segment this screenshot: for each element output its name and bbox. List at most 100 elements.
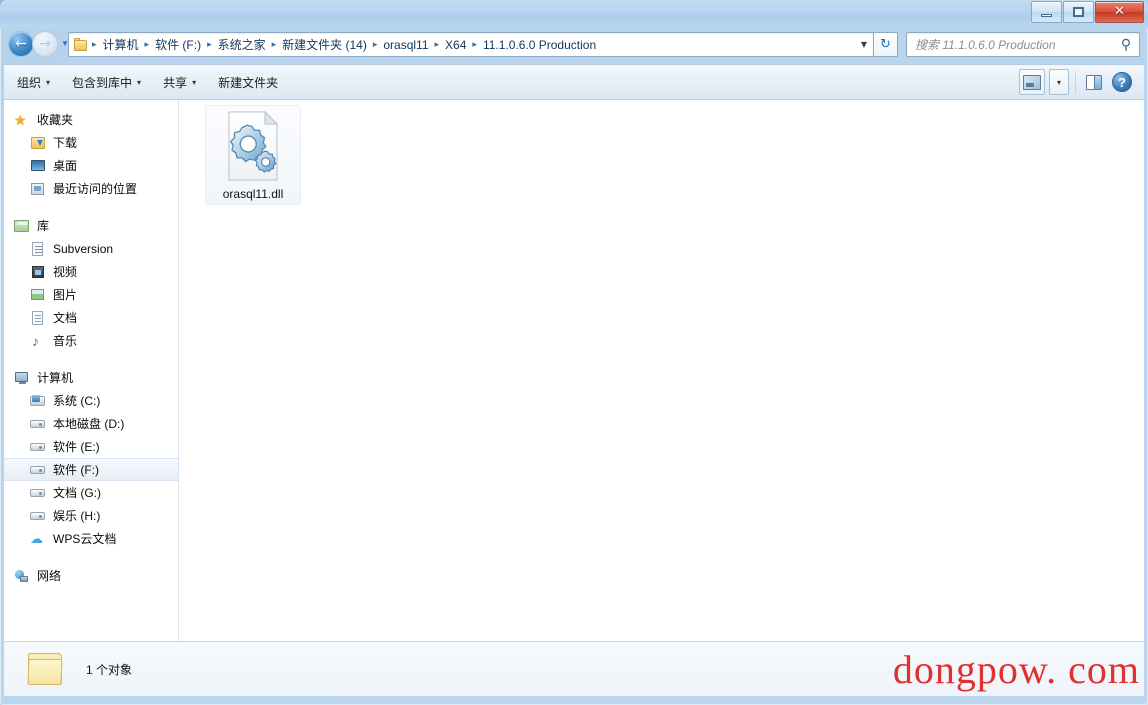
breadcrumb-separator: ▸ bbox=[207, 39, 212, 50]
sidebar-item-subversion[interactable]: Subversion bbox=[4, 237, 178, 260]
folder-icon bbox=[73, 37, 89, 52]
include-in-library-button[interactable]: 包含到库中 ▾ bbox=[63, 70, 150, 95]
sidebar-label: 软件 (F:) bbox=[53, 462, 99, 477]
breadcrumb-item-2[interactable]: 系统之家 bbox=[214, 34, 270, 55]
share-label: 共享 bbox=[163, 75, 188, 90]
breadcrumb-separator: ▸ bbox=[472, 39, 477, 50]
sidebar-label: 文档 (G:) bbox=[53, 485, 101, 500]
breadcrumb-item-4[interactable]: orasql11 bbox=[379, 36, 432, 54]
recent-places-icon bbox=[30, 181, 47, 197]
refresh-icon: ↻ bbox=[880, 37, 891, 52]
sidebar-item-drive-g[interactable]: 文档 (G:) bbox=[4, 481, 178, 504]
breadcrumb: ▸ 计算机 ▸ 软件 (F:) ▸ 系统之家 ▸ 新建文件夹 (14) ▸ or… bbox=[90, 34, 855, 55]
sidebar-item-videos[interactable]: 视频 bbox=[4, 260, 178, 283]
help-button[interactable]: ? bbox=[1110, 70, 1134, 94]
include-in-library-label: 包含到库中 bbox=[72, 75, 133, 90]
share-button[interactable]: 共享 ▾ bbox=[154, 70, 205, 95]
sidebar-label: 下载 bbox=[53, 135, 78, 150]
sidebar-label: 库 bbox=[37, 218, 50, 233]
drive-icon bbox=[30, 485, 47, 501]
forward-arrow-icon: → bbox=[39, 36, 51, 52]
chevron-down-icon: ▾ bbox=[192, 77, 197, 87]
nav-group-computer: 计算机 系统 (C:) 本地磁盘 (D:) 软件 (E:) 软件 (F:) 文档… bbox=[4, 366, 178, 550]
search-input[interactable] bbox=[907, 36, 1113, 53]
drive-icon bbox=[30, 439, 47, 455]
view-icon bbox=[1023, 74, 1041, 90]
sidebar-item-drive-d[interactable]: 本地磁盘 (D:) bbox=[4, 412, 178, 435]
drive-icon bbox=[30, 416, 47, 432]
breadcrumb-separator: ▸ bbox=[144, 39, 150, 50]
sidebar-item-favorites[interactable]: ★ 收藏夹 bbox=[4, 108, 178, 131]
cloud-icon: ☁ bbox=[30, 530, 43, 546]
sidebar-item-wps-cloud[interactable]: ☁ WPS云文档 bbox=[4, 527, 178, 550]
address-input[interactable]: ▸ 计算机 ▸ 软件 (F:) ▸ 系统之家 ▸ 新建文件夹 (14) ▸ or… bbox=[68, 32, 874, 57]
sidebar-label: 音乐 bbox=[53, 333, 78, 348]
maximize-icon bbox=[1073, 7, 1084, 17]
view-dropdown-button[interactable]: ▾ bbox=[1049, 69, 1069, 95]
dll-file-icon bbox=[221, 110, 285, 182]
new-folder-label: 新建文件夹 bbox=[218, 75, 279, 90]
chevron-down-icon: ▾ bbox=[1056, 77, 1061, 87]
watermark-text: dongpow. com bbox=[892, 647, 1140, 692]
network-icon bbox=[14, 568, 31, 584]
sidebar-item-documents[interactable]: 文档 bbox=[4, 306, 178, 329]
close-button[interactable]: ✕ bbox=[1095, 1, 1144, 23]
sidebar-item-network[interactable]: 网络 bbox=[4, 564, 178, 587]
breadcrumb-item-5[interactable]: X64 bbox=[441, 36, 470, 54]
search-box[interactable]: ⚲ bbox=[906, 32, 1140, 57]
chevron-down-icon: ▾ bbox=[137, 77, 142, 87]
sidebar-item-desktop[interactable]: 桌面 bbox=[4, 154, 178, 177]
address-bar-row: ← → ▼ ▸ 计算机 ▸ 软件 (F:) ▸ 系统之家 ▸ 新建文件夹 (14… bbox=[0, 28, 1148, 64]
back-arrow-icon: ← bbox=[15, 36, 27, 52]
sidebar-item-pictures[interactable]: 图片 bbox=[4, 283, 178, 306]
nav-group-libraries: 库 Subversion 视频 图片 文档 ♪ 音乐 bbox=[4, 214, 178, 352]
breadcrumb-item-3[interactable]: 新建文件夹 (14) bbox=[278, 34, 371, 55]
sidebar-label: 桌面 bbox=[53, 158, 78, 173]
breadcrumb-separator: ▸ bbox=[92, 39, 97, 50]
sidebar-item-drive-f[interactable]: 软件 (F:) bbox=[4, 458, 178, 481]
sidebar-label: 娱乐 (H:) bbox=[53, 508, 101, 523]
sidebar-item-music[interactable]: ♪ 音乐 bbox=[4, 329, 178, 352]
minimize-button[interactable] bbox=[1031, 1, 1062, 23]
file-list-pane[interactable]: orasql11.dll bbox=[179, 100, 1144, 641]
music-icon: ♪ bbox=[32, 332, 39, 349]
sidebar-item-downloads[interactable]: 下载 bbox=[4, 131, 178, 154]
minimize-icon bbox=[1041, 14, 1052, 17]
sidebar-item-drive-e[interactable]: 软件 (E:) bbox=[4, 435, 178, 458]
change-view-button[interactable] bbox=[1019, 69, 1045, 95]
sidebar-label: 图片 bbox=[53, 287, 78, 302]
computer-icon bbox=[14, 370, 31, 386]
sidebar-label: 文档 bbox=[53, 310, 78, 325]
organize-button[interactable]: 组织 ▾ bbox=[8, 70, 59, 95]
drive-icon bbox=[30, 462, 47, 478]
picture-icon bbox=[30, 287, 47, 303]
folder-icon bbox=[26, 649, 68, 689]
sidebar-item-libraries[interactable]: 库 bbox=[4, 214, 178, 237]
navigation-pane[interactable]: ★ 收藏夹 下载 桌面 最近访问的位置 库 Subversion 视频 图片 文… bbox=[4, 100, 179, 641]
file-item-orasql11-dll[interactable]: orasql11.dll bbox=[205, 105, 301, 205]
star-icon: ★ bbox=[14, 111, 27, 128]
refresh-button[interactable]: ↻ bbox=[874, 32, 898, 57]
breadcrumb-item-6[interactable]: 11.1.0.6.0 Production bbox=[479, 36, 600, 54]
document-icon bbox=[30, 310, 47, 326]
library-icon bbox=[14, 218, 31, 234]
command-toolbar: 组织 ▾ 包含到库中 ▾ 共享 ▾ 新建文件夹 ▾ ? bbox=[4, 64, 1144, 100]
sidebar-label: 收藏夹 bbox=[37, 112, 74, 127]
maximize-button[interactable] bbox=[1063, 1, 1094, 23]
sidebar-label: 本地磁盘 (D:) bbox=[53, 416, 125, 431]
forward-button[interactable]: → bbox=[32, 31, 58, 57]
sidebar-item-computer[interactable]: 计算机 bbox=[4, 366, 178, 389]
sidebar-item-drive-h[interactable]: 娱乐 (H:) bbox=[4, 504, 178, 527]
sidebar-label: WPS云文档 bbox=[53, 531, 117, 546]
back-button[interactable]: ← bbox=[8, 31, 34, 57]
new-folder-button[interactable]: 新建文件夹 bbox=[209, 70, 287, 95]
breadcrumb-item-1[interactable]: 软件 (F:) bbox=[151, 34, 205, 55]
sidebar-item-recent-places[interactable]: 最近访问的位置 bbox=[4, 177, 178, 200]
chevron-down-icon: ▾ bbox=[46, 77, 51, 87]
breadcrumb-item-0[interactable]: 计算机 bbox=[99, 34, 143, 55]
preview-pane-button[interactable] bbox=[1082, 70, 1106, 94]
address-dropdown-icon[interactable]: ▼ bbox=[855, 40, 873, 49]
sidebar-item-drive-c[interactable]: 系统 (C:) bbox=[4, 389, 178, 412]
sidebar-label: 最近访问的位置 bbox=[53, 181, 138, 196]
sidebar-label: 视频 bbox=[53, 264, 78, 279]
